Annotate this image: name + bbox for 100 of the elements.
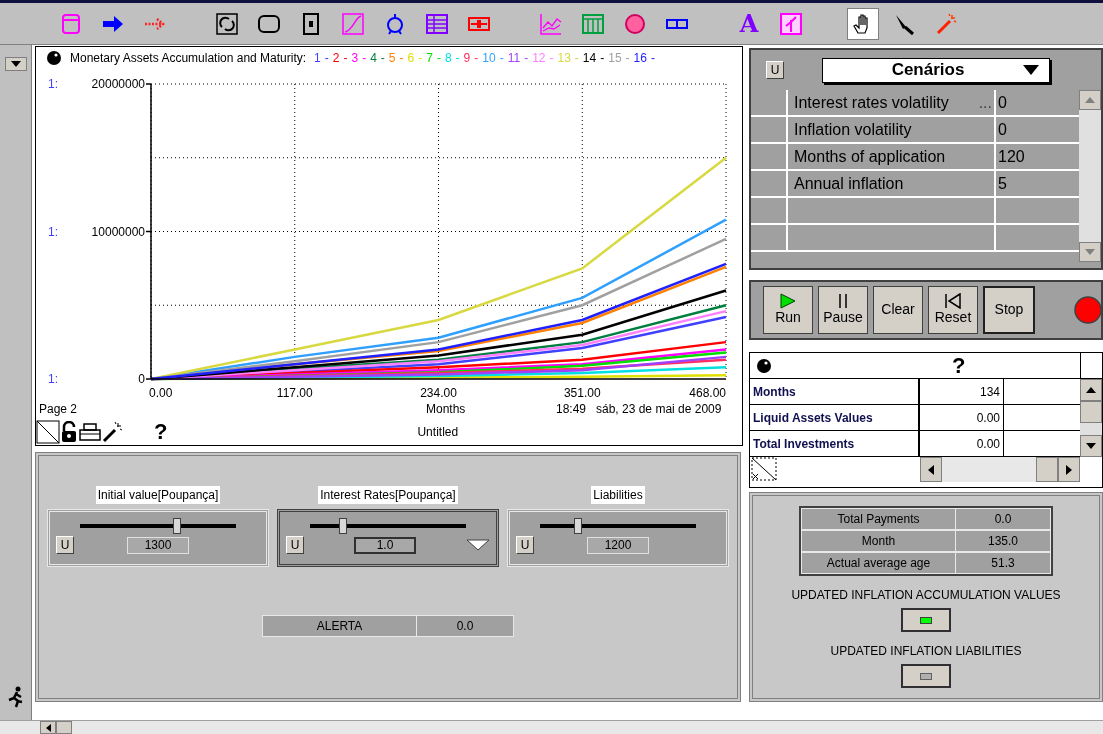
legend-separator: -	[418, 49, 423, 67]
readout-label: Actual average age	[802, 553, 956, 573]
legend-separator: -	[455, 49, 460, 67]
x-tick-label: 0.00	[149, 385, 173, 400]
alert-value: 0.0	[455, 618, 475, 635]
legend-number: 14	[582, 49, 597, 67]
axis-unit-label: Months	[426, 401, 467, 419]
scroll-down-button[interactable]	[1080, 435, 1102, 457]
readout-value: 51.3	[990, 555, 1016, 572]
scenario-value[interactable]: 5	[996, 171, 1079, 196]
lamp-button[interactable]	[901, 664, 951, 688]
row-label: Months	[750, 379, 920, 404]
row-value: 0.00	[920, 431, 1004, 456]
legend-separator: -	[650, 49, 655, 67]
legend-separator: -	[600, 49, 605, 67]
page-label: Page 2	[38, 401, 79, 419]
x-tick-label: 351.00	[563, 385, 601, 400]
control-button[interactable]: Run	[763, 286, 813, 334]
y-tick-label: 0	[138, 371, 145, 386]
table-corner-icon[interactable]	[750, 457, 778, 481]
legend-number: 6	[407, 49, 415, 67]
legend-number: 3	[351, 49, 359, 67]
u-button[interactable]: U	[516, 536, 534, 554]
help-icon[interactable]: ?	[154, 421, 168, 444]
legend-number: 7	[426, 49, 433, 67]
rewind-icon	[944, 293, 962, 310]
lock-icon[interactable]	[60, 421, 78, 444]
legend-separator: -	[343, 49, 348, 67]
wand-icon[interactable]	[102, 421, 124, 444]
slider-thumb[interactable]	[574, 518, 582, 534]
legend-number: 15	[608, 49, 622, 67]
slider-track[interactable]	[538, 518, 698, 534]
scale-label: 1:	[48, 224, 58, 239]
legend-number: 9	[463, 49, 471, 67]
lamp-label: UPDATED INFLATION ACCUMULATION VALUES	[791, 587, 1061, 604]
scenario-dropdown[interactable]: Cenários	[822, 57, 1050, 83]
slider-thumb[interactable]	[173, 518, 182, 534]
slider-value-field[interactable]: 1.0	[354, 536, 416, 554]
scenario-value[interactable]: 120	[996, 144, 1079, 169]
scroll-up-button[interactable]	[1080, 379, 1102, 401]
u-button[interactable]: U	[766, 61, 784, 79]
caret-down-icon	[10, 61, 21, 67]
readout-label: Total Payments	[802, 509, 956, 529]
x-tick-label: 117.00	[276, 385, 313, 400]
legend-separator: -	[324, 49, 329, 67]
slider-value-field[interactable]: 1200	[587, 536, 649, 554]
x-tick-label: 234.00	[420, 385, 457, 400]
lamp-button[interactable]	[901, 608, 951, 632]
readout-value: 135.0	[987, 533, 1019, 550]
scroll-left-button[interactable]	[920, 457, 942, 482]
control-button[interactable]: Clear	[873, 286, 923, 334]
slider-label: Interest Rates[Poupança]	[318, 486, 458, 504]
date-label: sáb, 23 de mai de 2009	[596, 401, 722, 419]
help-icon[interactable]: ?	[952, 354, 966, 377]
scroll-thumb[interactable]	[1036, 457, 1058, 482]
scenario-value[interactable]: 0	[996, 117, 1079, 142]
legend-number: 11	[507, 49, 521, 67]
y-tick-label: 10000000	[91, 224, 145, 239]
dropdown-triangle-icon[interactable]	[466, 539, 490, 551]
printer-icon[interactable]	[78, 421, 102, 444]
control-button[interactable]: Stop	[983, 286, 1035, 334]
readout-label: Month	[802, 531, 956, 551]
caret-right-icon	[1066, 464, 1072, 475]
globe-icon[interactable]	[46, 49, 62, 66]
slider-track[interactable]	[78, 518, 238, 534]
legend-number: 5	[388, 49, 396, 67]
slider-thumb[interactable]	[339, 518, 348, 534]
page-corner-icon[interactable]	[36, 420, 60, 445]
scroll-thumb[interactable]	[56, 721, 72, 734]
scale-label: 1:	[48, 76, 58, 91]
globe-icon[interactable]	[756, 357, 772, 374]
row-label: Liquid Assets Values	[750, 405, 920, 430]
lamp-label: UPDATED INFLATION LIABILITIES	[830, 643, 1022, 660]
control-button[interactable]: Reset	[928, 286, 978, 334]
legend-number: 10	[482, 49, 496, 67]
scroll-left-button[interactable]	[40, 721, 56, 734]
legend-separator: -	[549, 49, 554, 67]
caret-left-icon	[45, 723, 51, 732]
scroll-right-button[interactable]	[1058, 457, 1080, 482]
graph-title: Monetary Assets Accumulation and Maturity:	[70, 49, 307, 67]
legend-number: 2	[332, 49, 340, 67]
menu-dropdown-button[interactable]	[4, 57, 27, 71]
slider-track[interactable]	[308, 518, 468, 534]
caret-left-icon	[928, 464, 934, 475]
slider-value-field[interactable]: 1300	[127, 536, 189, 554]
u-button[interactable]: U	[56, 536, 74, 554]
dropdown-arrow-icon[interactable]	[1023, 65, 1039, 75]
legend-separator: -	[499, 49, 504, 67]
u-button[interactable]: U	[286, 536, 304, 554]
y-tick-label: 20000000	[91, 76, 145, 91]
control-button[interactable]: Pause	[818, 286, 868, 334]
legend-number: 16	[633, 49, 647, 67]
record-icon[interactable]	[1073, 295, 1101, 325]
legend-separator: -	[436, 49, 441, 67]
scroll-thumb[interactable]	[1080, 401, 1102, 423]
scale-label: 1:	[48, 371, 58, 386]
scenario-value[interactable]: 0	[996, 90, 1079, 115]
legend-number: 4	[370, 49, 377, 67]
scenario-label: Months of application	[788, 144, 996, 169]
legend-separator: -	[399, 49, 404, 67]
